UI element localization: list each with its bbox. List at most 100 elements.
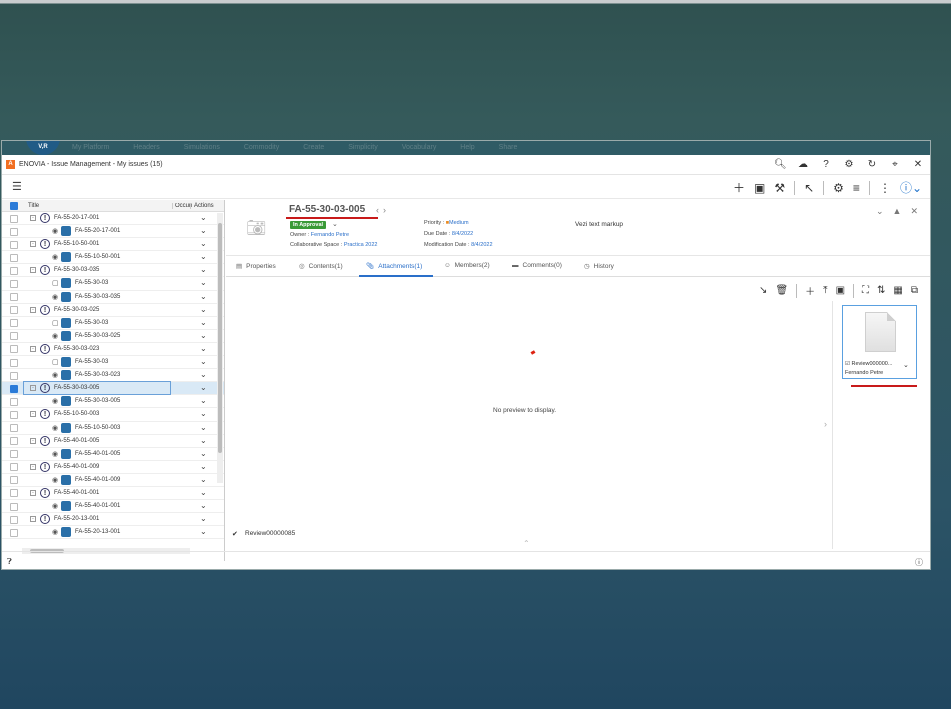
platform-menu-item[interactable]: Commodity	[244, 144, 279, 151]
collapse-toggle-icon[interactable]: -	[30, 306, 36, 313]
tree-row[interactable]: -! FA-55-30-03-005 ⌄	[2, 381, 224, 396]
row-actions-chevron-icon[interactable]: ⌄	[200, 265, 207, 274]
row-actions-chevron-icon[interactable]: ⌄	[200, 396, 207, 405]
more-icon[interactable]: ⋮	[879, 181, 891, 195]
list-view-icon[interactable]: ≡	[853, 181, 860, 195]
camera-icon[interactable]: ▣	[836, 285, 845, 296]
row-actions-chevron-icon[interactable]: ⌄	[200, 213, 207, 222]
collapse-toggle-icon[interactable]: -	[30, 489, 36, 496]
grid-view-icon[interactable]: ▦	[893, 285, 902, 296]
row-title-cell[interactable]: -! FA-55-40-01-009	[24, 461, 170, 473]
row-actions-chevron-icon[interactable]: ⌄	[200, 409, 207, 418]
tile-view-icon[interactable]: ⧉	[911, 285, 918, 296]
row-checkbox[interactable]	[10, 424, 18, 432]
row-title-cell[interactable]: -! FA-55-20-17-001	[24, 212, 170, 224]
add-icon[interactable]: ＋	[805, 283, 815, 298]
row-checkbox[interactable]	[10, 410, 18, 419]
platform-menu-item[interactable]: Vocabulary	[402, 144, 437, 151]
refresh-icon[interactable]: ↻	[866, 159, 878, 170]
row-checkbox[interactable]	[10, 463, 18, 472]
collapse-toggle-icon[interactable]: -	[30, 437, 36, 444]
row-actions-chevron-icon[interactable]: ⌄	[200, 527, 207, 536]
row-checkbox[interactable]	[10, 266, 18, 275]
row-title-cell[interactable]: -! FA-55-40-01-001	[24, 487, 170, 499]
platform-menu-item[interactable]: Create	[303, 144, 324, 151]
tab-comments[interactable]: ▬ Comments(0)	[512, 262, 562, 269]
row-title-cell[interactable]: ◉ FA-55-40-01-009	[24, 474, 170, 486]
tools-icon[interactable]: ⚒	[774, 181, 785, 195]
row-checkbox[interactable]	[10, 489, 18, 498]
row-actions-chevron-icon[interactable]: ⌄	[200, 462, 207, 471]
tree-row[interactable]: ◉ FA-55-20-13-001 ⌄	[2, 526, 224, 540]
platform-menu-item[interactable]: Help	[460, 144, 474, 151]
chevron-down-icon[interactable]: ⌄	[332, 220, 338, 228]
row-checkbox[interactable]	[10, 345, 18, 354]
column-occurrence[interactable]: Occurr	[172, 203, 192, 209]
row-checkbox[interactable]	[10, 293, 18, 302]
collapse-toggle-icon[interactable]: -	[30, 267, 36, 274]
close-icon[interactable]: ✕	[912, 159, 924, 170]
tree-row[interactable]: ◉ FA-55-40-01-009 ⌄	[2, 474, 224, 487]
collapse-toggle-icon[interactable]: -	[30, 411, 36, 418]
tab-properties[interactable]: ▤ Properties	[236, 262, 276, 270]
collapse-toggle-icon[interactable]: -	[30, 241, 36, 248]
tab-contents[interactable]: ◎ Contents(1)	[299, 262, 343, 270]
tree-row[interactable]: ◉ FA-55-40-01-005 ⌄	[2, 448, 224, 461]
issue-nav-arrows[interactable]: ‹›	[376, 205, 390, 215]
state-badge[interactable]: In Approval	[290, 221, 327, 229]
row-title-cell[interactable]: ◉ FA-55-30-03-025	[24, 330, 170, 342]
trash-icon[interactable]: 🗑︎	[775, 285, 788, 296]
search-icon[interactable]: 🔍︎	[774, 159, 787, 170]
filter-icon[interactable]: ↘	[759, 285, 767, 296]
tab-history[interactable]: ◷ History	[584, 262, 614, 270]
tree-row[interactable]: ◉ FA-55-30-03-023 ⌄	[2, 369, 224, 383]
row-actions-chevron-icon[interactable]: ⌄	[200, 318, 207, 327]
row-actions-chevron-icon[interactable]: ⌄	[200, 514, 207, 523]
tree-row[interactable]: -! FA-55-10-50-001 ⌄	[2, 238, 224, 252]
pin-icon[interactable]: ⌖	[889, 159, 901, 170]
collapse-toggle-icon[interactable]: -	[30, 385, 36, 392]
chevron-down-icon[interactable]: ⌄	[876, 206, 884, 217]
space-link[interactable]: Practica 2022	[344, 242, 378, 248]
tree-row[interactable]: ◉ FA-55-10-50-003 ⌄	[2, 422, 224, 435]
tree-row[interactable]: -! FA-55-20-13-001 ⌄	[2, 513, 224, 527]
tree-filter-icon[interactable]: ☰	[12, 180, 22, 193]
attachment-checkbox[interactable]: ✔	[232, 530, 239, 538]
row-actions-chevron-icon[interactable]: ⌄	[200, 344, 207, 353]
tab-attachments[interactable]: 📎︎ Attachments(1)	[366, 262, 422, 270]
row-title-cell[interactable]: -! FA-55-20-13-001	[24, 513, 170, 525]
scroll-thumb[interactable]	[218, 223, 222, 453]
row-checkbox[interactable]	[10, 279, 18, 288]
row-actions-chevron-icon[interactable]: ⌄	[200, 239, 207, 248]
row-actions-chevron-icon[interactable]: ⌄	[200, 278, 207, 287]
camera-icon[interactable]: 📷︎	[246, 218, 266, 238]
collapse-toggle-icon[interactable]: -	[30, 463, 36, 470]
row-actions-chevron-icon[interactable]: ⌄	[200, 475, 207, 484]
column-actions[interactable]: Actions	[190, 203, 214, 209]
row-actions-chevron-icon[interactable]: ⌄	[200, 488, 207, 497]
tree-row[interactable]: ▢ FA-55-30-03 ⌄	[2, 277, 224, 291]
row-checkbox[interactable]	[10, 319, 18, 328]
row-title-cell[interactable]: ▢ FA-55-30-03	[24, 277, 170, 289]
collapse-toggle-icon[interactable]: -	[30, 345, 36, 352]
tree-row[interactable]: -! FA-55-30-03-035 ⌄	[2, 264, 224, 278]
help-icon[interactable]: ?	[820, 159, 832, 170]
row-checkbox[interactable]	[10, 358, 18, 367]
tree-row[interactable]: ◉ FA-55-30-03-025 ⌄	[2, 330, 224, 343]
row-title-cell[interactable]: ◉ FA-55-40-01-001	[24, 500, 170, 512]
settings-icon[interactable]: ⚙︎	[833, 181, 844, 195]
row-checkbox[interactable]	[10, 437, 18, 446]
attachment-name[interactable]: Review00000085	[245, 530, 295, 537]
chevron-down-icon[interactable]: ⌄	[903, 361, 909, 369]
row-title-cell[interactable]: ◉ FA-55-40-01-005	[24, 448, 170, 460]
row-title-cell[interactable]: -! FA-55-10-50-003	[24, 408, 170, 420]
info-icon[interactable]: ⓘ	[915, 557, 923, 568]
row-title-cell[interactable]: ▢ FA-55-30-03	[24, 317, 170, 329]
platform-menu-item[interactable]: Simulations	[184, 144, 220, 151]
row-actions-chevron-icon[interactable]: ⌄	[200, 252, 207, 261]
select-all-checkbox[interactable]	[10, 202, 18, 210]
row-checkbox[interactable]	[10, 371, 18, 380]
row-checkbox[interactable]	[10, 397, 18, 406]
tree-row[interactable]: -! FA-55-30-03-025 ⌄	[2, 304, 224, 317]
row-checkbox[interactable]	[10, 240, 18, 249]
